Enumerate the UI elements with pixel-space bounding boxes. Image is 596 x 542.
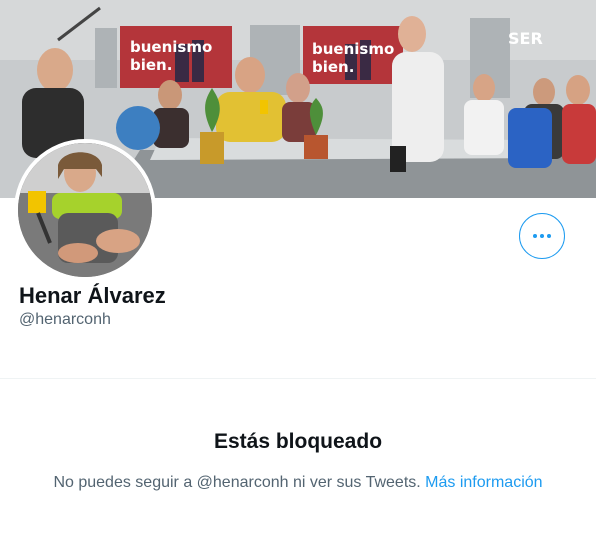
ser-logo: SER: [508, 29, 543, 48]
screen-left-line2: bien.: [130, 56, 172, 74]
screen-right-line2: bien.: [312, 58, 354, 76]
more-options-button[interactable]: [519, 213, 565, 259]
blocked-message: No puedes seguir a @henarconh ni ver sus…: [0, 474, 596, 492]
blocked-message-text: No puedes seguir a @henarconh ni ver sus…: [53, 474, 421, 491]
avatar-photo: [18, 143, 152, 277]
more-info-link[interactable]: Más información: [425, 474, 542, 491]
profile-display-name: Henar Álvarez: [19, 283, 166, 308]
more-horizontal-icon: [533, 234, 551, 238]
profile-avatar[interactable]: [14, 139, 156, 281]
blocked-title: Estás bloqueado: [213, 430, 383, 453]
profile-handle: @henarconh: [19, 311, 111, 328]
screen-left-line1: buenismo: [130, 38, 212, 56]
section-divider: [0, 378, 596, 379]
screen-right-line1: buenismo: [312, 40, 394, 58]
